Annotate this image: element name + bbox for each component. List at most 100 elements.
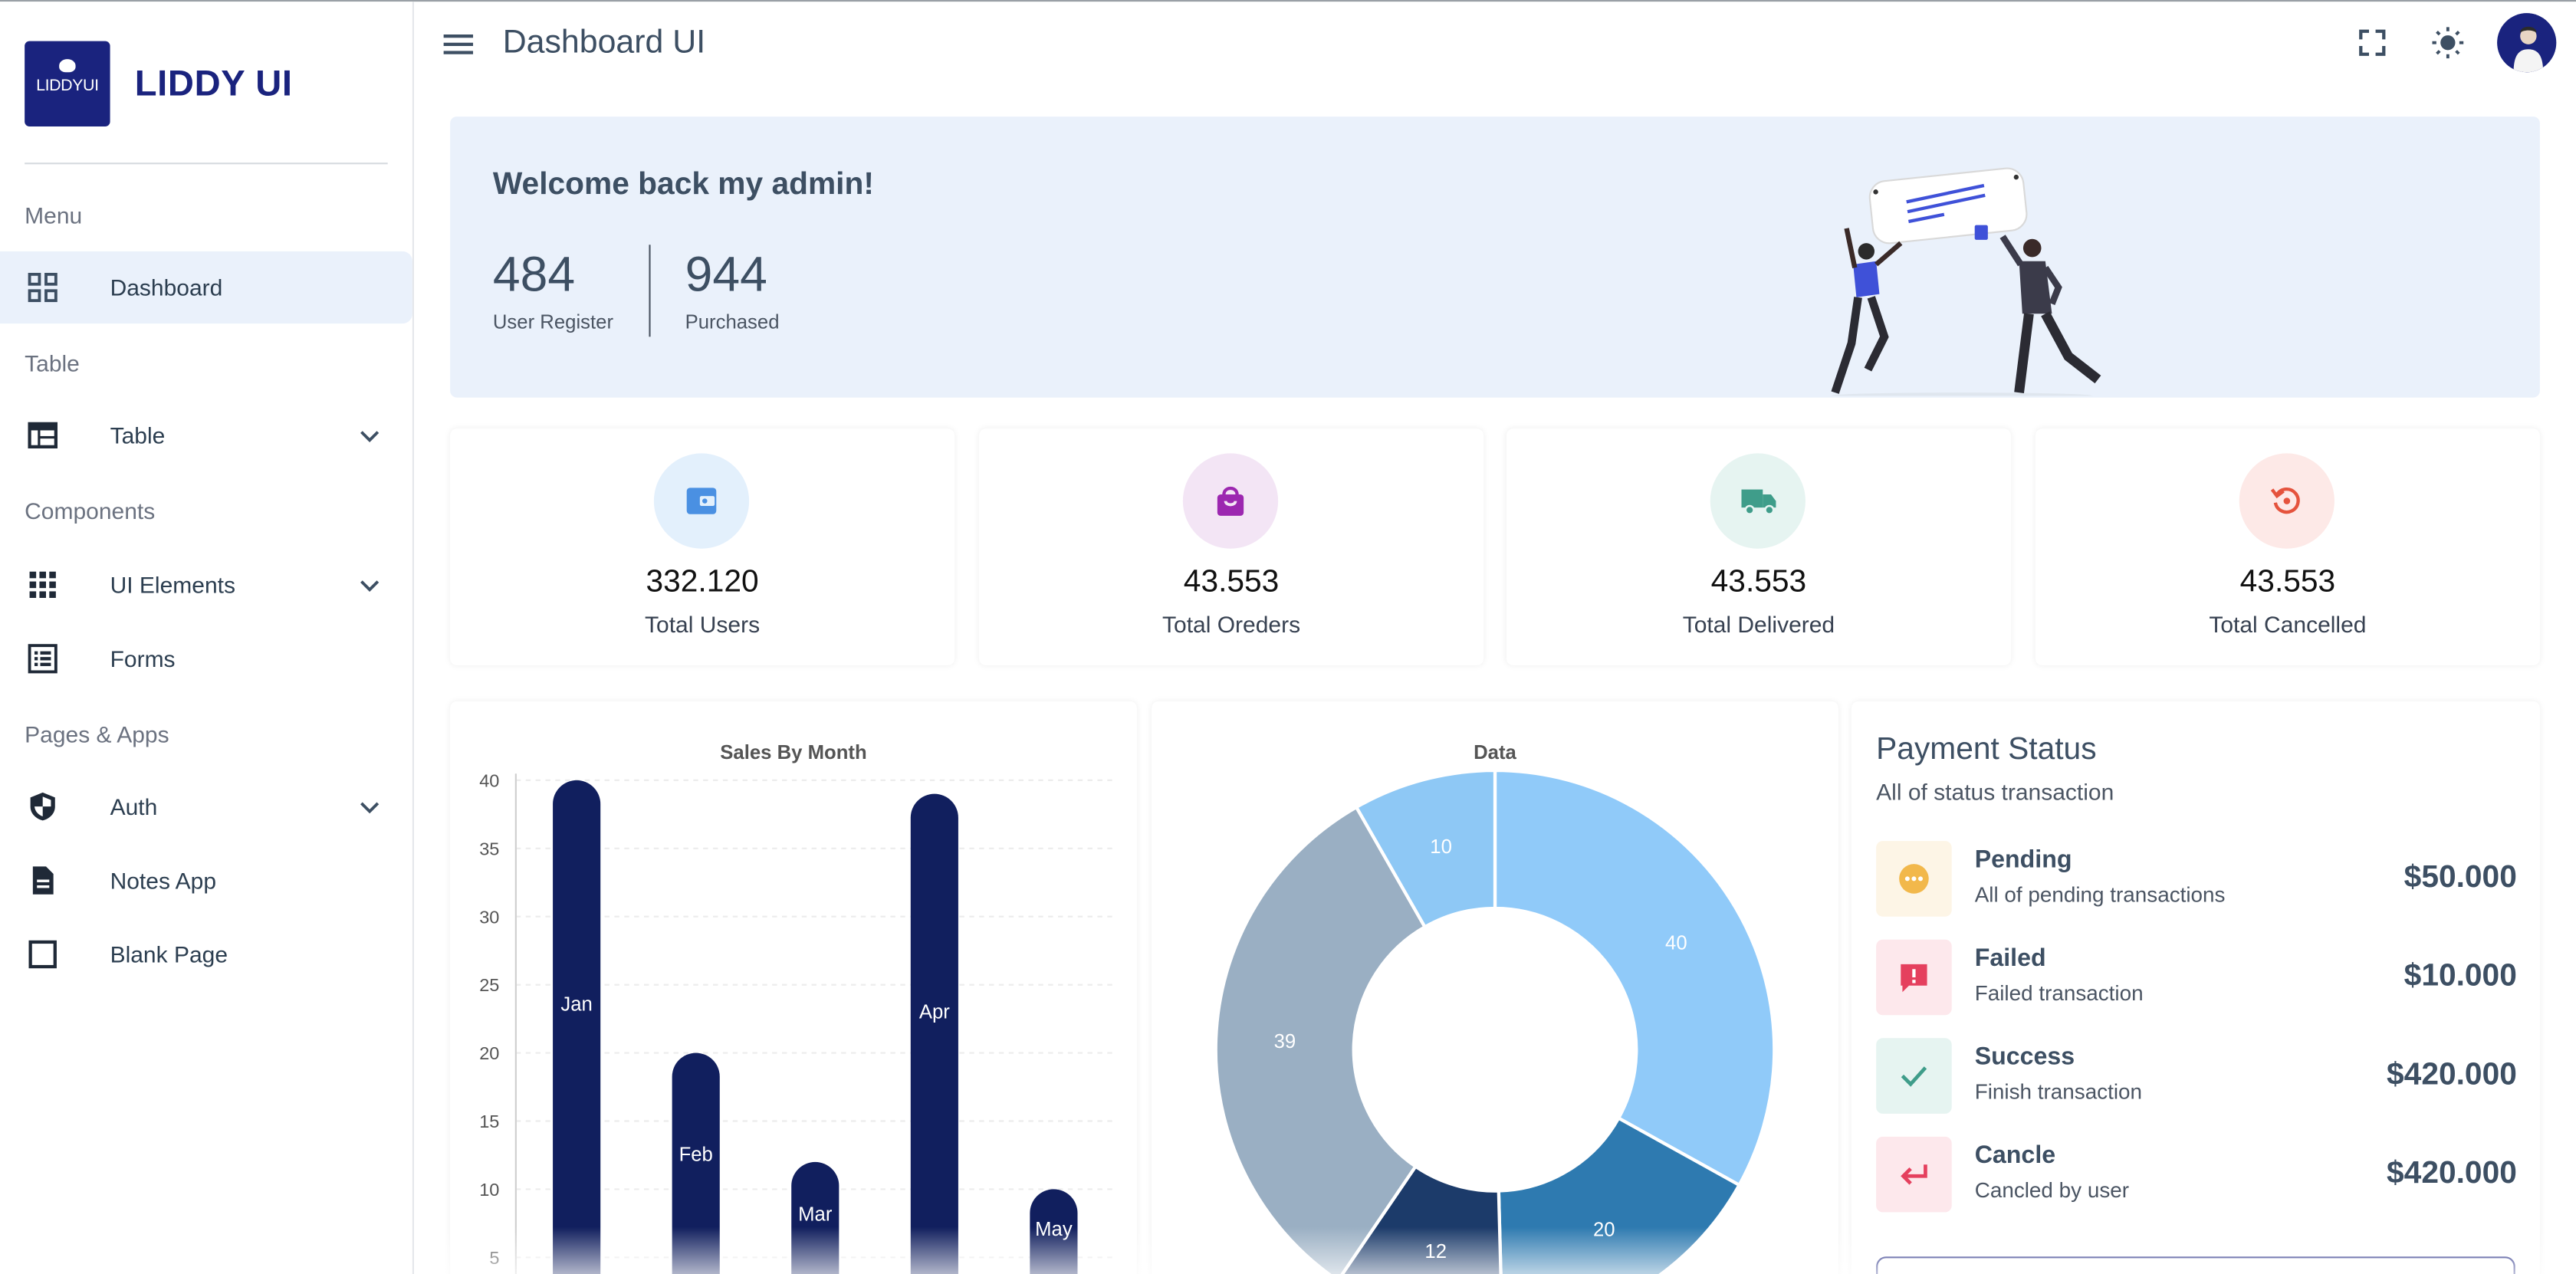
bar-label: May	[1035, 1219, 1073, 1240]
bar-label: Mar	[798, 1204, 833, 1226]
card-icon-badge	[1710, 453, 1806, 549]
payment-view-all-button[interactable]	[1876, 1256, 2515, 1274]
purchased-label: Purchased	[685, 310, 780, 333]
welcome-banner: Welcome back my admin! 484 User Register…	[450, 117, 2540, 398]
card-label: Total Delivered	[1682, 611, 1835, 638]
avatar[interactable]	[2497, 13, 2557, 73]
y-tick-label: 5	[489, 1248, 499, 1268]
truck-icon	[1741, 489, 1776, 515]
section-table: Table	[25, 350, 80, 376]
sidebar-item-label: Dashboard	[110, 274, 223, 301]
payment-desc: All of pending transactions	[1974, 882, 2226, 907]
payment-subtitle: All of status transaction	[1876, 778, 2114, 805]
wallet-icon	[686, 488, 717, 514]
brand-name: LIDDY UI	[134, 62, 293, 103]
card-icon-badge	[653, 453, 750, 549]
theme-toggle-icon[interactable]	[2431, 26, 2464, 59]
refresh-icon	[2270, 487, 2300, 514]
y-tick-label: 30	[479, 907, 499, 927]
card-icon-badge	[2239, 453, 2334, 549]
slice-label: 39	[1274, 1031, 1296, 1052]
sidebar-divider	[25, 163, 388, 165]
apps-icon	[29, 571, 56, 598]
card-value: 332.120	[646, 565, 759, 600]
brand[interactable]: LIDDYUI LIDDY UI	[25, 41, 293, 126]
y-tick-label: 40	[479, 770, 499, 790]
sales-chart-panel: Sales By Month 40 35 30 25 20 15 10 5 Jan Feb Mar A…	[450, 701, 1137, 1274]
card-label: Total Oreders	[1162, 611, 1301, 638]
sidebar-item-label: Forms	[110, 645, 176, 672]
sidebar-item-label: Auth	[110, 793, 158, 820]
bar-label: Feb	[679, 1144, 713, 1165]
sales-bar-chart: 40 35 30 25 20 15 10 5 Jan Feb Mar Apr May	[479, 770, 1116, 1274]
sidebar-item-forms[interactable]: Forms	[0, 622, 412, 694]
sidebar-item-notes-app[interactable]: Notes App	[0, 844, 412, 916]
list-icon	[28, 644, 58, 674]
data-chart-panel: Data 40 20 12 39 10	[1152, 701, 1838, 1274]
payment-amount: $10.000	[2404, 959, 2517, 994]
y-tick-label: 20	[479, 1043, 499, 1063]
card-icon-badge	[1182, 453, 1279, 549]
grid-icon	[28, 272, 58, 303]
section-pages-apps: Pages & Apps	[25, 721, 169, 747]
payment-amount: $420.000	[2387, 1156, 2517, 1191]
payment-icon-badge	[1876, 1136, 1952, 1213]
payment-status-panel: Payment Status All of status transaction…	[1852, 701, 2540, 1274]
user-register-count: 484	[492, 248, 576, 303]
bar-label: Apr	[919, 1001, 950, 1023]
menu-toggle-icon[interactable]	[443, 31, 474, 57]
avatar-image	[2497, 13, 2557, 73]
card-total-cancelled: 43.553 Total Cancelled	[2036, 428, 2540, 665]
payment-icon-badge	[1876, 939, 1952, 1016]
sidebar-item-dashboard[interactable]: Dashboard	[0, 251, 412, 324]
chevron-down-icon	[360, 580, 380, 593]
welcome-illustration	[1830, 167, 2101, 396]
payment-row-pending[interactable]: Pending All of pending transactions $50.…	[1876, 841, 2517, 917]
card-value: 43.553	[1183, 565, 1280, 600]
payment-name: Failed	[1974, 944, 2046, 973]
sidebar-item-auth[interactable]: Auth	[0, 770, 412, 842]
slice-label: 40	[1665, 933, 1687, 954]
sidebar-item-blank-page[interactable]: Blank Page	[0, 918, 412, 990]
check-icon	[1901, 1066, 1927, 1087]
sidebar-item-table[interactable]: Table	[0, 399, 412, 471]
section-components: Components	[25, 497, 156, 524]
payment-name: Pending	[1974, 846, 2072, 874]
card-label: Total Users	[645, 611, 761, 638]
welcome-title: Welcome back my admin!	[492, 167, 874, 202]
payment-icon-badge	[1876, 841, 1952, 917]
alert-icon	[1901, 964, 1927, 993]
payment-row-cancle[interactable]: Cancle Cancled by user $420.000	[1876, 1136, 2517, 1213]
sidebar-item-label: Table	[110, 422, 166, 448]
payment-amount: $420.000	[2387, 1058, 2517, 1092]
card-label: Total Cancelled	[2209, 611, 2367, 638]
shield-icon	[30, 792, 55, 821]
card-total-delivered: 43.553 Total Delivered	[1506, 428, 2011, 665]
slice-label: 20	[1593, 1219, 1615, 1240]
payment-name: Success	[1974, 1043, 2075, 1072]
payment-desc: Finish transaction	[1974, 1079, 2143, 1104]
sidebar-item-label: Blank Page	[110, 941, 228, 968]
payment-row-success[interactable]: Success Finish transaction $420.000	[1876, 1038, 2517, 1114]
page-title: Dashboard UI	[502, 25, 706, 61]
sidebar-item-ui-elements[interactable]: UI Elements	[0, 549, 412, 621]
y-tick-label: 10	[479, 1180, 499, 1200]
card-value: 43.553	[2239, 565, 2336, 600]
fullscreen-icon[interactable]	[2356, 26, 2389, 59]
payment-name: Cancle	[1974, 1141, 2056, 1170]
sidebar-item-label: UI Elements	[110, 571, 235, 598]
payment-title: Payment Status	[1876, 732, 2097, 767]
chevron-down-icon	[360, 431, 380, 443]
y-tick-label: 15	[479, 1111, 499, 1131]
payment-icon-badge	[1876, 1038, 1952, 1114]
square-icon	[28, 940, 57, 969]
card-value: 43.553	[1710, 565, 1807, 600]
purchased-count: 944	[685, 248, 767, 303]
slice-label: 12	[1424, 1241, 1447, 1263]
more-icon	[1899, 864, 1929, 894]
payment-row-failed[interactable]: Failed Failed transaction $10.000	[1876, 939, 2517, 1016]
slice-label: 10	[1430, 836, 1452, 858]
section-menu: Menu	[25, 202, 83, 228]
data-donut-chart: 40 20 12 39 10	[1214, 768, 1776, 1274]
table-icon	[28, 422, 58, 448]
